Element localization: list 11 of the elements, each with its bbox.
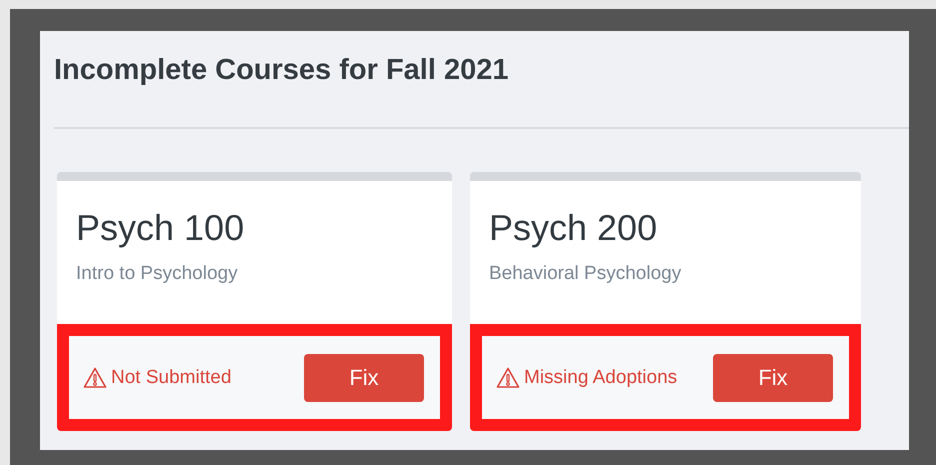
course-code: Psych 200: [489, 206, 658, 249]
fix-button[interactable]: Fix: [304, 354, 424, 402]
page-heading: Incomplete Courses for Fall 2021: [54, 53, 510, 88]
status-text: Not Submitted: [111, 366, 232, 388]
course-name: Behavioral Psychology: [489, 263, 682, 285]
fix-button[interactable]: Fix: [713, 354, 833, 402]
warning-icon: [83, 366, 107, 390]
warning-icon: [496, 366, 520, 390]
status-text: Missing Adoptions: [524, 366, 678, 388]
course-name: Intro to Psychology: [76, 263, 239, 285]
course-code: Psych 100: [76, 206, 246, 249]
